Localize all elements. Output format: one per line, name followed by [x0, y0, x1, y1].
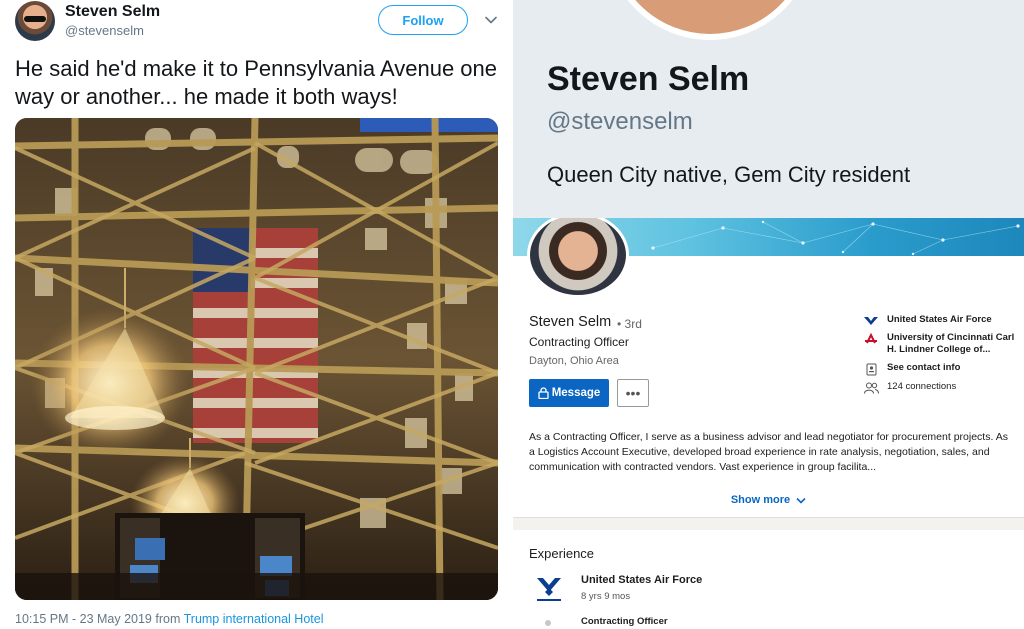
tweet-display-name[interactable]: Steven Selm: [65, 3, 160, 21]
profile-handle: @stevenselm: [547, 108, 693, 135]
side-item-employer-text: United States Air Force: [887, 314, 992, 325]
message-button[interactable]: Message: [529, 379, 609, 407]
show-more-button[interactable]: Show more: [513, 494, 1024, 506]
show-more-label: Show more: [730, 494, 791, 506]
experience-duration: 8 yrs 9 mos: [581, 591, 631, 602]
atrium-photo-illustration: [15, 118, 498, 600]
side-item-employer[interactable]: United States Air Force: [863, 314, 1019, 328]
experience-company[interactable]: United States Air Force: [581, 574, 702, 586]
university-logo-icon: [863, 332, 879, 346]
more-actions-button[interactable]: •••: [617, 379, 649, 407]
side-item-contact-info-text: See contact info: [887, 362, 961, 373]
experience-role: Contracting Officer: [581, 616, 668, 627]
people-icon: [863, 381, 879, 395]
about-summary: As a Contracting Officer, I serve as a b…: [529, 431, 1008, 473]
tweet-card: Steven Selm @stevenselm Follow He said h…: [0, 0, 512, 629]
side-item-connections[interactable]: 124 connections: [863, 381, 1019, 395]
usaf-logo-icon[interactable]: [531, 574, 567, 604]
side-item-education-text: University of Cincinnati Carl H. Lindner…: [887, 332, 1015, 355]
linkedin-location: Dayton, Ohio Area: [529, 355, 619, 367]
chevron-down-icon: [796, 497, 806, 504]
linkedin-headline: Contracting Officer: [529, 335, 629, 349]
tweet-source-link[interactable]: Trump international Hotel: [184, 612, 324, 626]
linkedin-profile-crop: Steven Selm • 3rd Contracting Officer Da…: [513, 218, 1024, 629]
side-item-contact-info[interactable]: See contact info: [863, 362, 1019, 376]
timeline-dot: [545, 620, 551, 626]
connection-degree: • 3rd: [617, 317, 642, 331]
follow-button[interactable]: Follow: [378, 5, 468, 35]
tweet-timestamp[interactable]: 10:15 PM - 23 May 2019 from Trump intern…: [15, 612, 324, 626]
tweet-handle[interactable]: @stevenselm: [65, 23, 144, 38]
experience-title: Experience: [529, 546, 595, 561]
tweet-photo[interactable]: [15, 118, 498, 600]
lock-icon: [538, 387, 549, 399]
more-icon: •••: [625, 385, 641, 401]
tweet-text: He said he'd make it to Pennsylvania Ave…: [15, 56, 498, 109]
linkedin-avatar[interactable]: [527, 218, 629, 298]
profile-avatar[interactable]: [605, 0, 815, 40]
side-item-connections-text: 124 connections: [887, 381, 957, 392]
linkedin-top-card: Steven Selm • 3rd Contracting Officer Da…: [513, 218, 1024, 518]
profile-bio: Queen City native, Gem City resident: [547, 162, 911, 187]
linkedin-name: Steven Selm: [529, 314, 612, 330]
contact-card-icon: [863, 362, 879, 376]
tweet-time-text: 10:15 PM - 23 May 2019 from: [15, 612, 184, 626]
side-item-education[interactable]: University of Cincinnati Carl H. Lindner…: [863, 332, 1019, 356]
usaf-logo-icon: [863, 314, 879, 328]
twitter-profile-crop: Steven Selm @stevenselm Queen City nativ…: [513, 0, 1024, 218]
profile-name: Steven Selm: [547, 60, 750, 98]
chevron-down-icon[interactable]: [484, 13, 498, 27]
experience-section: Experience United States Air Force 8 yrs…: [513, 530, 1024, 629]
message-label: Message: [551, 387, 601, 399]
tweet-avatar[interactable]: [15, 1, 55, 41]
